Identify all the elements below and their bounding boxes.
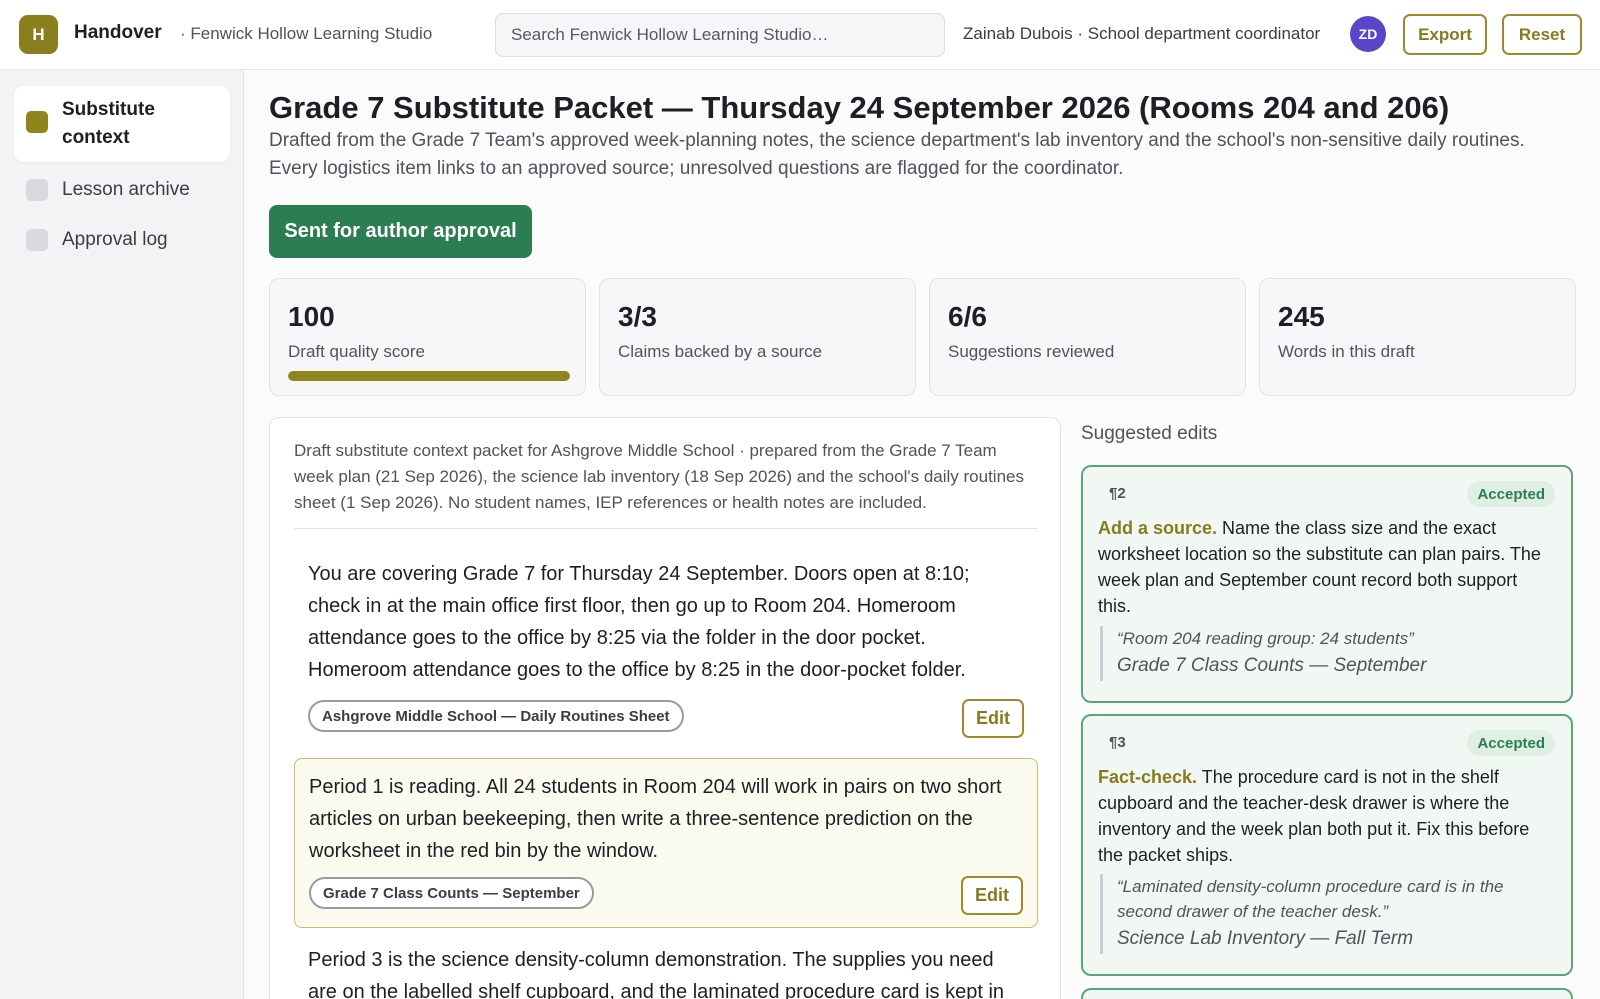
sidebar-item-lesson-archive[interactable]: Lesson archive (14, 172, 230, 208)
stat-caption: Suggestions reviewed (948, 342, 1115, 361)
page-subtitle: Drafted from the Grade 7 Team's approved… (269, 130, 1525, 179)
stat-value: 100 (288, 301, 335, 332)
suggestion-card[interactable]: ¶3 Accepted Fact-check. The procedure ca… (1081, 714, 1573, 976)
paragraph-text: You are covering Grade 7 for Thursday 24… (308, 563, 970, 681)
top-bar: H Handover · Fenwick Hollow Learning Stu… (0, 0, 1600, 70)
stat-card-suggestions: 6/6 Suggestions reviewed (929, 278, 1246, 396)
quote-source: Grade 7 Class Counts — September (1117, 655, 1427, 676)
stat-value: 6/6 (948, 301, 987, 332)
stat-card-claims: 3/3 Claims backed by a source (599, 278, 916, 396)
edit-button[interactable]: Edit (961, 876, 1023, 915)
quote-source: Science Lab Inventory — Fall Term (1117, 928, 1414, 949)
app-name: Handover (74, 22, 162, 43)
suggestion-body: Fact-check. The procedure card is not in… (1098, 764, 1554, 868)
source-quote: “Laminated density-column procedure card… (1100, 874, 1552, 954)
paragraph-text: Period 1 is reading. All 24 students in … (309, 776, 1002, 862)
approval-status-button[interactable]: Sent for author approval (269, 205, 532, 258)
quote-text: “Room 204 reading group: 24 students” (1117, 629, 1414, 648)
stat-caption: Claims backed by a source (618, 342, 823, 361)
paragraph-text: Period 3 is the science density-column d… (308, 949, 1005, 999)
status-badge: Accepted (1467, 730, 1555, 756)
source-chip[interactable]: Grade 7 Class Counts — September (309, 877, 594, 909)
reset-button[interactable]: Reset (1502, 14, 1582, 55)
paragraph-ref: ¶2 (1109, 485, 1126, 502)
draft-paragraph-3[interactable]: Period 3 is the science density-column d… (294, 944, 1038, 999)
draft-paragraph-2[interactable]: Period 1 is reading. All 24 students in … (294, 758, 1038, 928)
approval-log-icon (26, 229, 48, 251)
suggestion-card[interactable] (1081, 988, 1573, 999)
draft-paragraph-1[interactable]: You are covering Grade 7 for Thursday 24… (294, 558, 1038, 758)
suggestion-kind: Fact-check. (1098, 767, 1198, 787)
paragraph-ref: ¶3 (1109, 734, 1126, 751)
quote-text: “Laminated density-column procedure card… (1117, 877, 1504, 921)
sidebar-item-substitute-context[interactable]: Substitute context (14, 86, 230, 162)
stat-card-quality: 100 Draft quality score (269, 278, 586, 396)
substitute-context-icon (26, 111, 48, 133)
suggestion-body: Add a source. Name the class size and th… (1098, 515, 1554, 619)
avatar[interactable]: ZD (1350, 16, 1386, 52)
sidebar: Substitute context Lesson archive Approv… (0, 70, 244, 999)
search-input[interactable] (495, 13, 945, 57)
stat-value: 245 (1278, 301, 1325, 332)
page-title: Grade 7 Substitute Packet — Thursday 24 … (269, 90, 1450, 125)
edit-button[interactable]: Edit (962, 699, 1024, 738)
org-name: · Fenwick Hollow Learning Studio (180, 24, 433, 43)
source-chip[interactable]: Ashgrove Middle School — Daily Routines … (308, 700, 684, 732)
suggestion-kind: Add a source. (1098, 518, 1218, 538)
user-info: Zainab Dubois · School department coordi… (963, 24, 1321, 43)
sidebar-item-approval-log[interactable]: Approval log (14, 222, 230, 258)
quality-progress-bar (288, 371, 570, 381)
sidebar-item-label: Substitute context (62, 99, 155, 148)
stat-card-words: 245 Words in this draft (1259, 278, 1576, 396)
sidebar-item-label: Approval log (62, 229, 168, 250)
stat-caption: Words in this draft (1278, 342, 1415, 361)
suggestions-heading: Suggested edits (1081, 423, 1218, 444)
draft-intro: Draft substitute context packet for Ashg… (294, 438, 1038, 529)
draft-panel: Draft substitute context packet for Ashg… (269, 417, 1061, 999)
source-quote: “Room 204 reading group: 24 students” Gr… (1100, 626, 1552, 681)
quality-progress-fill (288, 371, 570, 381)
stat-value: 3/3 (618, 301, 657, 332)
export-button[interactable]: Export (1403, 14, 1487, 55)
sidebar-item-label: Lesson archive (62, 179, 190, 200)
stat-caption: Draft quality score (288, 342, 425, 361)
lesson-archive-icon (26, 179, 48, 201)
status-badge: Accepted (1467, 481, 1555, 507)
app-logo[interactable]: H (19, 15, 58, 54)
suggestion-card[interactable]: ¶2 Accepted Add a source. Name the class… (1081, 465, 1573, 703)
